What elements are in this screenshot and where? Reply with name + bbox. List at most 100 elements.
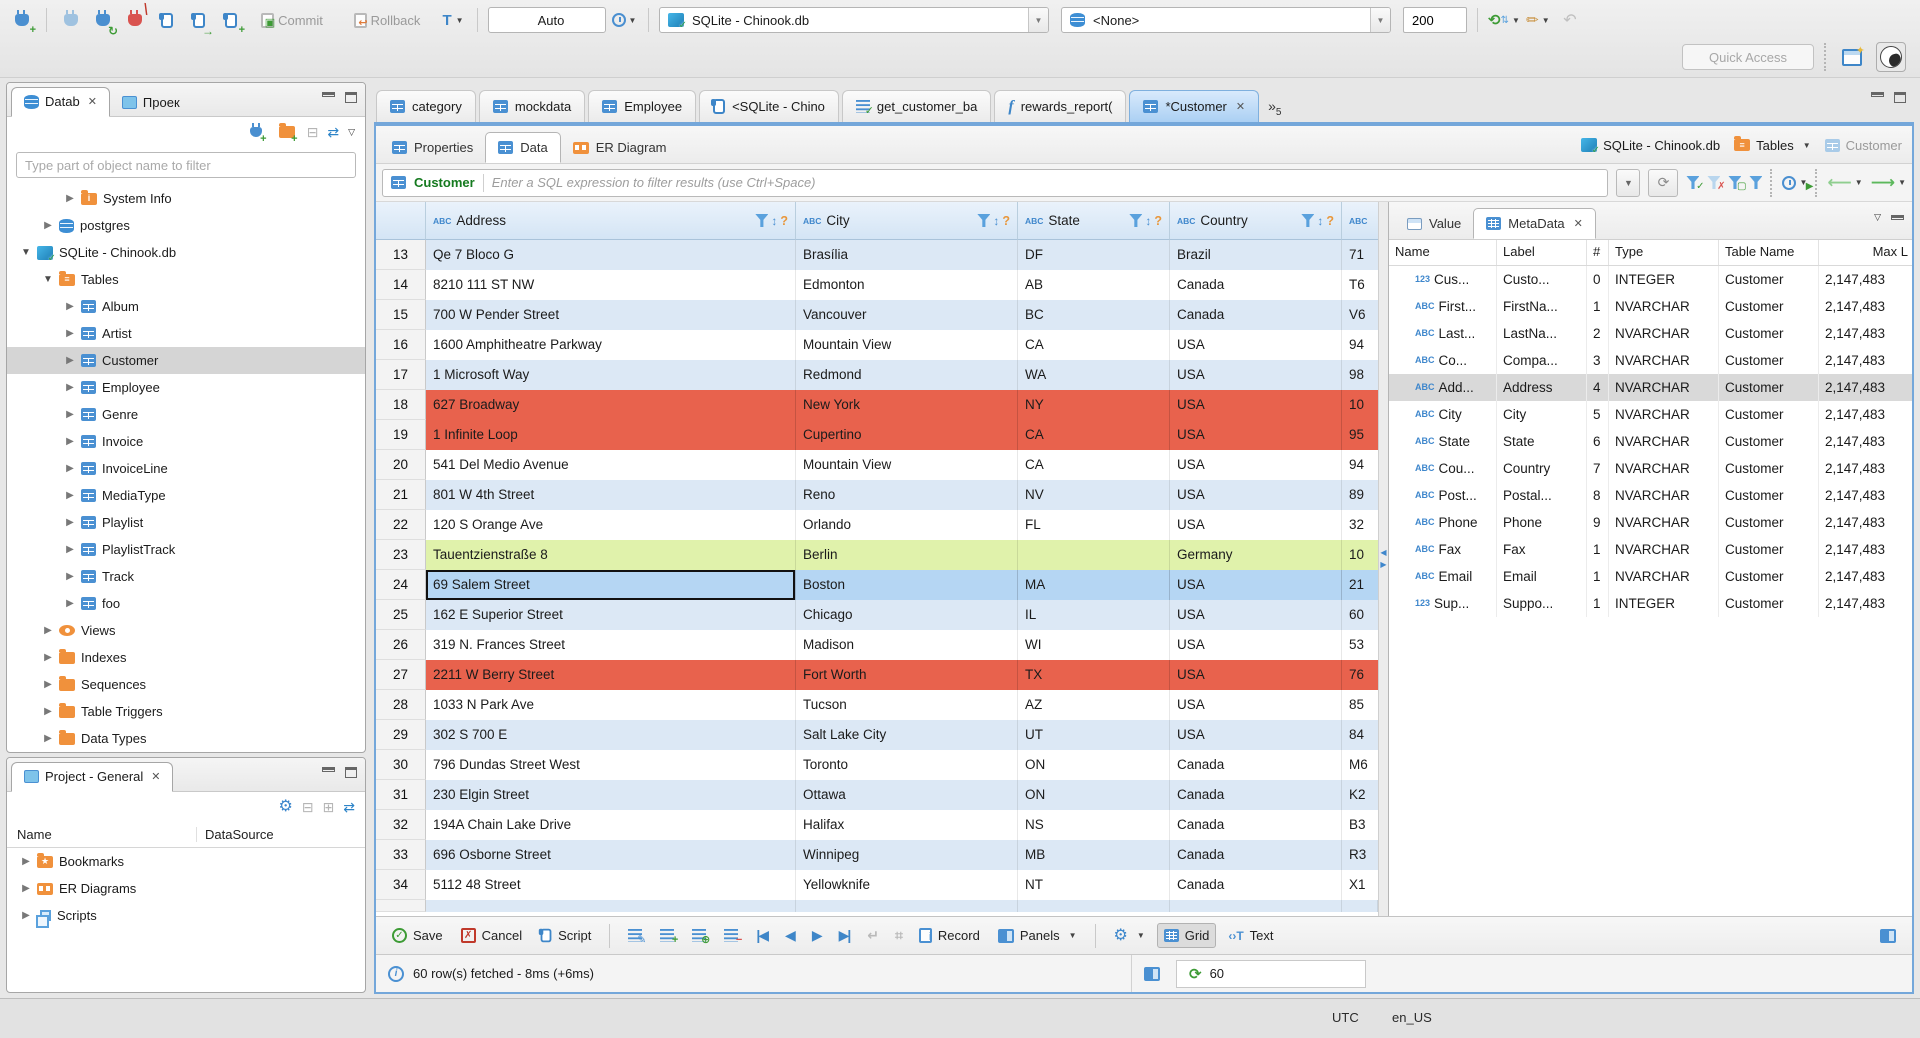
grid-row[interactable]: 28 1033 N Park Ave Tucson AZ USA 85	[376, 690, 1378, 720]
tree-item-customer[interactable]: ▶ Customer	[7, 347, 365, 374]
grid-cell[interactable]: USA	[1170, 360, 1342, 390]
column-header-datasource[interactable]: DataSource	[197, 827, 274, 842]
grid-row[interactable]: 15 700 W Pender Street Vancouver BC Canada V6	[376, 300, 1378, 330]
grid-cell[interactable]: Brazil	[1170, 240, 1342, 270]
row-number-cell[interactable]: 34	[376, 870, 426, 900]
grid-cell[interactable]: 76	[1342, 660, 1378, 690]
grid-row[interactable]: 22 120 S Orange Ave Orlando FL USA 32	[376, 510, 1378, 540]
metadata-cell-label[interactable]: Compa...	[1497, 347, 1587, 374]
grid-cell[interactable]: USA	[1170, 510, 1342, 540]
grid-cell[interactable]: 10	[1342, 540, 1378, 570]
save-button[interactable]: ✓ Save	[386, 924, 449, 947]
grid-cell[interactable]: USA	[1170, 570, 1342, 600]
grid-row[interactable]: 31 230 Elgin Street Ottawa ON Canada K2	[376, 780, 1378, 810]
row-number-cell[interactable]: 23	[376, 540, 426, 570]
chevron-right-icon[interactable]: ▶	[21, 856, 31, 867]
panels-button[interactable]: Panels ▼	[992, 924, 1083, 947]
row-number-cell[interactable]: 15	[376, 300, 426, 330]
tree-item-artist[interactable]: ▶ Artist	[7, 320, 365, 347]
metadata-cell-max[interactable]: 2,147,483	[1819, 428, 1912, 455]
minimize-icon[interactable]	[1871, 92, 1884, 97]
tree-item-views[interactable]: ▶ Views	[7, 617, 365, 644]
column-header-city[interactable]: ABC City ↕?	[796, 202, 1018, 240]
metadata-cell-label[interactable]: Custo...	[1497, 266, 1587, 293]
close-icon[interactable]: ✕	[88, 95, 97, 108]
metadata-row[interactable]: ABC First... FirstNa... 1 NVARCHAR Customer 2,…	[1389, 293, 1912, 320]
grid-cell[interactable]: FL	[1018, 510, 1170, 540]
metadata-cell-max[interactable]: 2,147,483	[1819, 374, 1912, 401]
grid-cell[interactable]: 302 S 700 E	[426, 720, 796, 750]
metadata-cell-type[interactable]: NVARCHAR	[1609, 293, 1719, 320]
metadata-column-header-name[interactable]: Name	[1389, 240, 1497, 265]
grid-cell[interactable]: 95	[1342, 420, 1378, 450]
collapse-right-icon[interactable]: ▶	[1380, 561, 1386, 569]
sql-filter-input[interactable]: Customer Enter a SQL expression to filte…	[382, 168, 1609, 197]
grid-cell[interactable]: Madison	[796, 630, 1018, 660]
grid-cell[interactable]: Canada	[1170, 300, 1342, 330]
collapse-all-icon[interactable]: ⊟	[307, 125, 319, 139]
grid-cell[interactable]: Redmond	[796, 360, 1018, 390]
grid-cell[interactable]: Tucson	[796, 690, 1018, 720]
grid-cell[interactable]: Brasília	[796, 240, 1018, 270]
grid-cell[interactable]: NS	[1018, 810, 1170, 840]
metadata-cell-max[interactable]: 2,147,483	[1819, 590, 1912, 617]
transaction-mode-icon[interactable]: T ▼	[439, 6, 467, 34]
metadata-cell-name[interactable]: ABC Last...	[1389, 320, 1497, 347]
metadata-cell-table[interactable]: Customer	[1719, 374, 1819, 401]
grid-cell[interactable]: B3	[1342, 810, 1378, 840]
row-number-cell[interactable]: 19	[376, 420, 426, 450]
metadata-cell-type[interactable]: NVARCHAR	[1609, 320, 1719, 347]
metadata-row[interactable]: 123 Sup... Suppo... 1 INTEGER Customer 2,147,4…	[1389, 590, 1912, 617]
metadata-cell-table[interactable]: Customer	[1719, 563, 1819, 590]
grid-cell[interactable]: 89	[1342, 480, 1378, 510]
chevron-right-icon[interactable]: ▶	[65, 436, 75, 447]
grid-cell[interactable]: 98	[1342, 360, 1378, 390]
grid-row[interactable]: 30 796 Dundas Street West Toronto ON Canada M…	[376, 750, 1378, 780]
tree-item-employee[interactable]: ▶ Employee	[7, 374, 365, 401]
grid-cell[interactable]: TX	[1018, 660, 1170, 690]
metadata-row[interactable]: ABC Add... Address 4 NVARCHAR Customer 2,147,4…	[1389, 374, 1912, 401]
column-header-address[interactable]: ABC Address ↕?	[426, 202, 796, 240]
chevron-right-icon[interactable]: ▶	[65, 355, 75, 366]
sort-icon[interactable]: ↕	[1145, 214, 1151, 228]
tree-item-invoice[interactable]: ▶ Invoice	[7, 428, 365, 455]
filter-funnel-icon[interactable]	[1301, 214, 1315, 227]
metadata-cell-name[interactable]: ABC Cou...	[1389, 455, 1497, 482]
editor-tab-customer[interactable]: *Customer ✕	[1129, 90, 1260, 122]
grid-cell[interactable]: 1600 Amphitheatre Parkway	[426, 330, 796, 360]
quick-access-input[interactable]: Quick Access	[1682, 44, 1814, 70]
metadata-cell-num[interactable]: 4	[1587, 374, 1609, 401]
close-icon[interactable]: ✕	[1574, 217, 1583, 230]
minimize-icon[interactable]	[1891, 215, 1904, 220]
grid-cell[interactable]: BC	[1018, 300, 1170, 330]
grid-cell[interactable]: Canada	[1170, 870, 1342, 900]
chevron-right-icon[interactable]: ▶	[65, 409, 75, 420]
metadata-cell-num[interactable]: 5	[1587, 401, 1609, 428]
grid-row[interactable]: 25 162 E Superior Street Chicago IL USA 60	[376, 600, 1378, 630]
dbeaver-perspective-icon[interactable]	[1876, 42, 1906, 72]
tab-data[interactable]: Data	[485, 132, 561, 163]
row-number-cell[interactable]: 33	[376, 840, 426, 870]
grid-cell[interactable]: M6	[1342, 750, 1378, 780]
grid-cell[interactable]: WA	[1018, 360, 1170, 390]
grid-cell[interactable]: MB	[1018, 840, 1170, 870]
metadata-cell-num[interactable]: 1	[1587, 563, 1609, 590]
grid-cell[interactable]: 32	[1342, 510, 1378, 540]
grid-row[interactable]: 17 1 Microsoft Way Redmond WA USA 98	[376, 360, 1378, 390]
grid-cell[interactable]: 541 Del Medio Avenue	[426, 450, 796, 480]
connection-select[interactable]: SQLite - Chinook.db▼	[659, 7, 1049, 33]
grid-cell[interactable]: 162 E Superior Street	[426, 600, 796, 630]
grid-cell[interactable]	[1018, 540, 1170, 570]
metadata-cell-max[interactable]: 2,147,483	[1819, 401, 1912, 428]
last-row-icon[interactable]: ▶|	[833, 923, 856, 948]
maximize-icon[interactable]	[345, 767, 357, 778]
project-item-er-diagrams[interactable]: ▶ ER Diagrams	[7, 875, 365, 902]
metadata-row[interactable]: ABC Cou... Country 7 NVARCHAR Customer 2,147,4…	[1389, 455, 1912, 482]
metadata-cell-num[interactable]: 3	[1587, 347, 1609, 374]
expand-all-icon[interactable]: ⊞	[323, 800, 335, 814]
metadata-row[interactable]: ABC State State 6 NVARCHAR Customer 2,147,483	[1389, 428, 1912, 455]
metadata-cell-label[interactable]: LastNa...	[1497, 320, 1587, 347]
grid-cell[interactable]: USA	[1170, 660, 1342, 690]
grid-cell[interactable]: Canada	[1170, 270, 1342, 300]
tab-overflow-chevron[interactable]: »5	[1268, 98, 1281, 118]
